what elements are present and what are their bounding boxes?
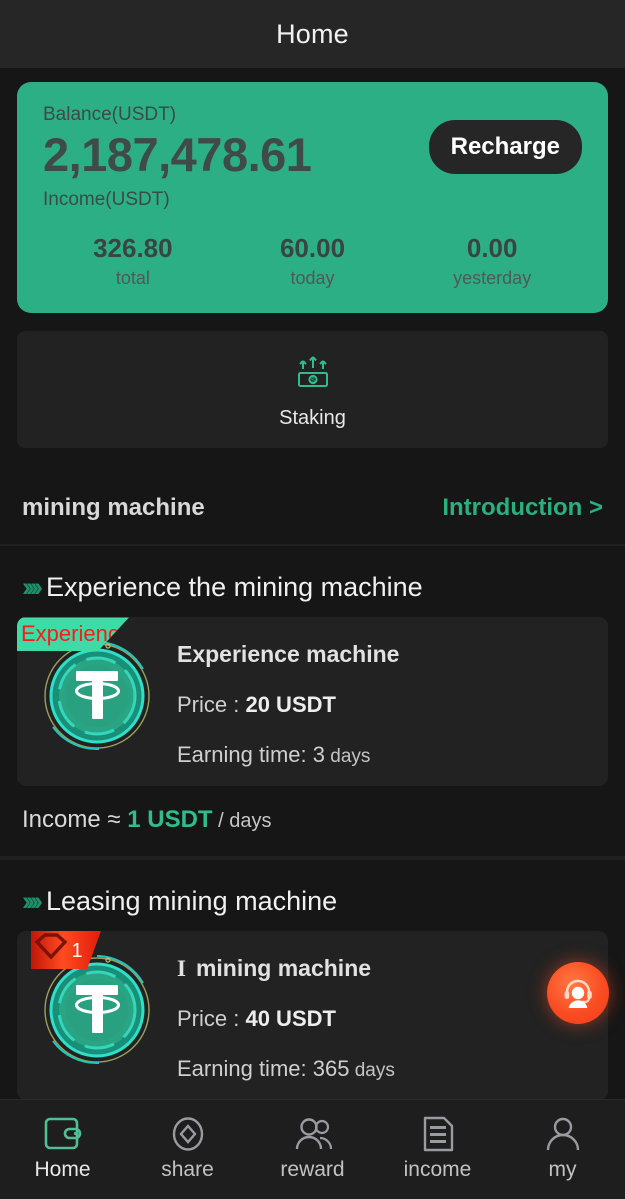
people-icon (291, 1112, 335, 1156)
mining-machine-title: mining machine (22, 494, 205, 522)
leasing-machine-info: Imining machine Price : 40 USDT Earning … (177, 941, 608, 1082)
tab-label: share (161, 1158, 214, 1182)
stat-value: 60.00 (223, 233, 403, 264)
svg-text:$: $ (311, 378, 315, 385)
machine-price: Price : 20 USDT (177, 692, 608, 718)
balance-card: Balance(USDT) 2,187,478.61 Income(USDT) … (17, 82, 608, 313)
income-stat-today: 60.00 today (223, 233, 403, 289)
scroll-content: Balance(USDT) 2,187,478.61 Income(USDT) … (0, 68, 625, 1099)
machine-earning-time: Earning time: 3 days (177, 742, 608, 768)
income-stats: 326.80 total 60.00 today 0.00 yesterday (43, 233, 582, 289)
tab-my[interactable]: my (500, 1100, 625, 1199)
staking-entry[interactable]: $ Staking (17, 331, 608, 448)
mining-machine-header: mining machine Introduction > (0, 472, 625, 546)
tab-income[interactable]: income (375, 1100, 500, 1199)
income-value: 1 USDT (127, 806, 212, 833)
customer-service-button[interactable] (547, 962, 609, 1024)
diamond-circle-icon (168, 1112, 208, 1156)
machine-name: Imining machine (177, 955, 608, 982)
chevrons-icon: ›››› (22, 886, 38, 917)
document-icon (420, 1112, 456, 1156)
stat-caption: total (43, 268, 223, 289)
experience-machine-card[interactable]: Experience (17, 617, 608, 786)
bottom-navigation: Home share reward (0, 1099, 625, 1199)
income-label: Income(USDT) (43, 189, 582, 211)
income-stat-yesterday: 0.00 yesterday (402, 233, 582, 289)
headset-icon (559, 974, 597, 1012)
section-heading: ›››› Experience the mining machine (0, 546, 625, 617)
stat-caption: yesterday (402, 268, 582, 289)
time-label: Earning time: (177, 742, 313, 767)
experience-machine-info: Experience machine Price : 20 USDT Earni… (177, 627, 608, 768)
stat-caption: today (223, 268, 403, 289)
section-experience: ›››› Experience the mining machine Exper… (0, 546, 625, 856)
staking-label: Staking (17, 407, 608, 430)
wallet-icon (43, 1112, 83, 1156)
price-label: Price : (177, 692, 245, 717)
balance-section: Balance(USDT) 2,187,478.61 Income(USDT) … (0, 68, 625, 313)
recharge-button[interactable]: Recharge (429, 120, 582, 174)
introduction-link[interactable]: Introduction > (442, 494, 603, 522)
app-root: Home Balance(USDT) 2,187,478.61 Income(U… (0, 0, 625, 1199)
price-label: Price : (177, 1006, 245, 1031)
time-value: 365 (313, 1056, 350, 1081)
tab-label: Home (34, 1158, 90, 1182)
time-value: 3 (313, 742, 325, 767)
section-leasing: ›››› Leasing mining machine 1 (0, 860, 625, 1099)
person-icon (543, 1112, 583, 1156)
price-value: 20 USDT (245, 692, 335, 717)
tab-label: my (549, 1158, 577, 1182)
tab-label: income (404, 1158, 472, 1182)
tab-home[interactable]: Home (0, 1100, 125, 1199)
staking-section: $ Staking (0, 313, 625, 448)
stat-value: 326.80 (43, 233, 223, 264)
level-badge-text: 1 (71, 940, 82, 962)
level-badge: 1 (31, 931, 105, 971)
section-heading: ›››› Leasing mining machine (0, 860, 625, 931)
machine-name-text: mining machine (196, 955, 371, 981)
tab-label: reward (280, 1158, 344, 1182)
income-prefix: Income ≈ (22, 806, 127, 833)
chevrons-icon: ›››› (22, 572, 38, 603)
income-suffix: / days (213, 810, 272, 832)
income-stat-total: 326.80 total (43, 233, 223, 289)
section-title: Leasing mining machine (46, 886, 337, 917)
section-title: Experience the mining machine (46, 572, 423, 603)
page-title: Home (276, 19, 349, 50)
time-unit: days (325, 746, 370, 767)
tab-share[interactable]: share (125, 1100, 250, 1199)
stat-value: 0.00 (402, 233, 582, 264)
tab-reward[interactable]: reward (250, 1100, 375, 1199)
experience-income-note: Income ≈ 1 USDT / days (0, 786, 625, 856)
machine-name: Experience machine (177, 641, 608, 668)
page-header: Home (0, 0, 625, 68)
machine-earning-time: Earning time: 365 days (177, 1056, 608, 1082)
machine-price: Price : 40 USDT (177, 1006, 608, 1032)
machine-level-numeral: I (177, 956, 186, 981)
leasing-machine-card[interactable]: 1 (17, 931, 608, 1099)
time-unit: days (349, 1060, 394, 1081)
money-arrows-icon: $ (292, 353, 334, 391)
time-label: Earning time: (177, 1056, 313, 1081)
price-value: 40 USDT (245, 1006, 335, 1031)
